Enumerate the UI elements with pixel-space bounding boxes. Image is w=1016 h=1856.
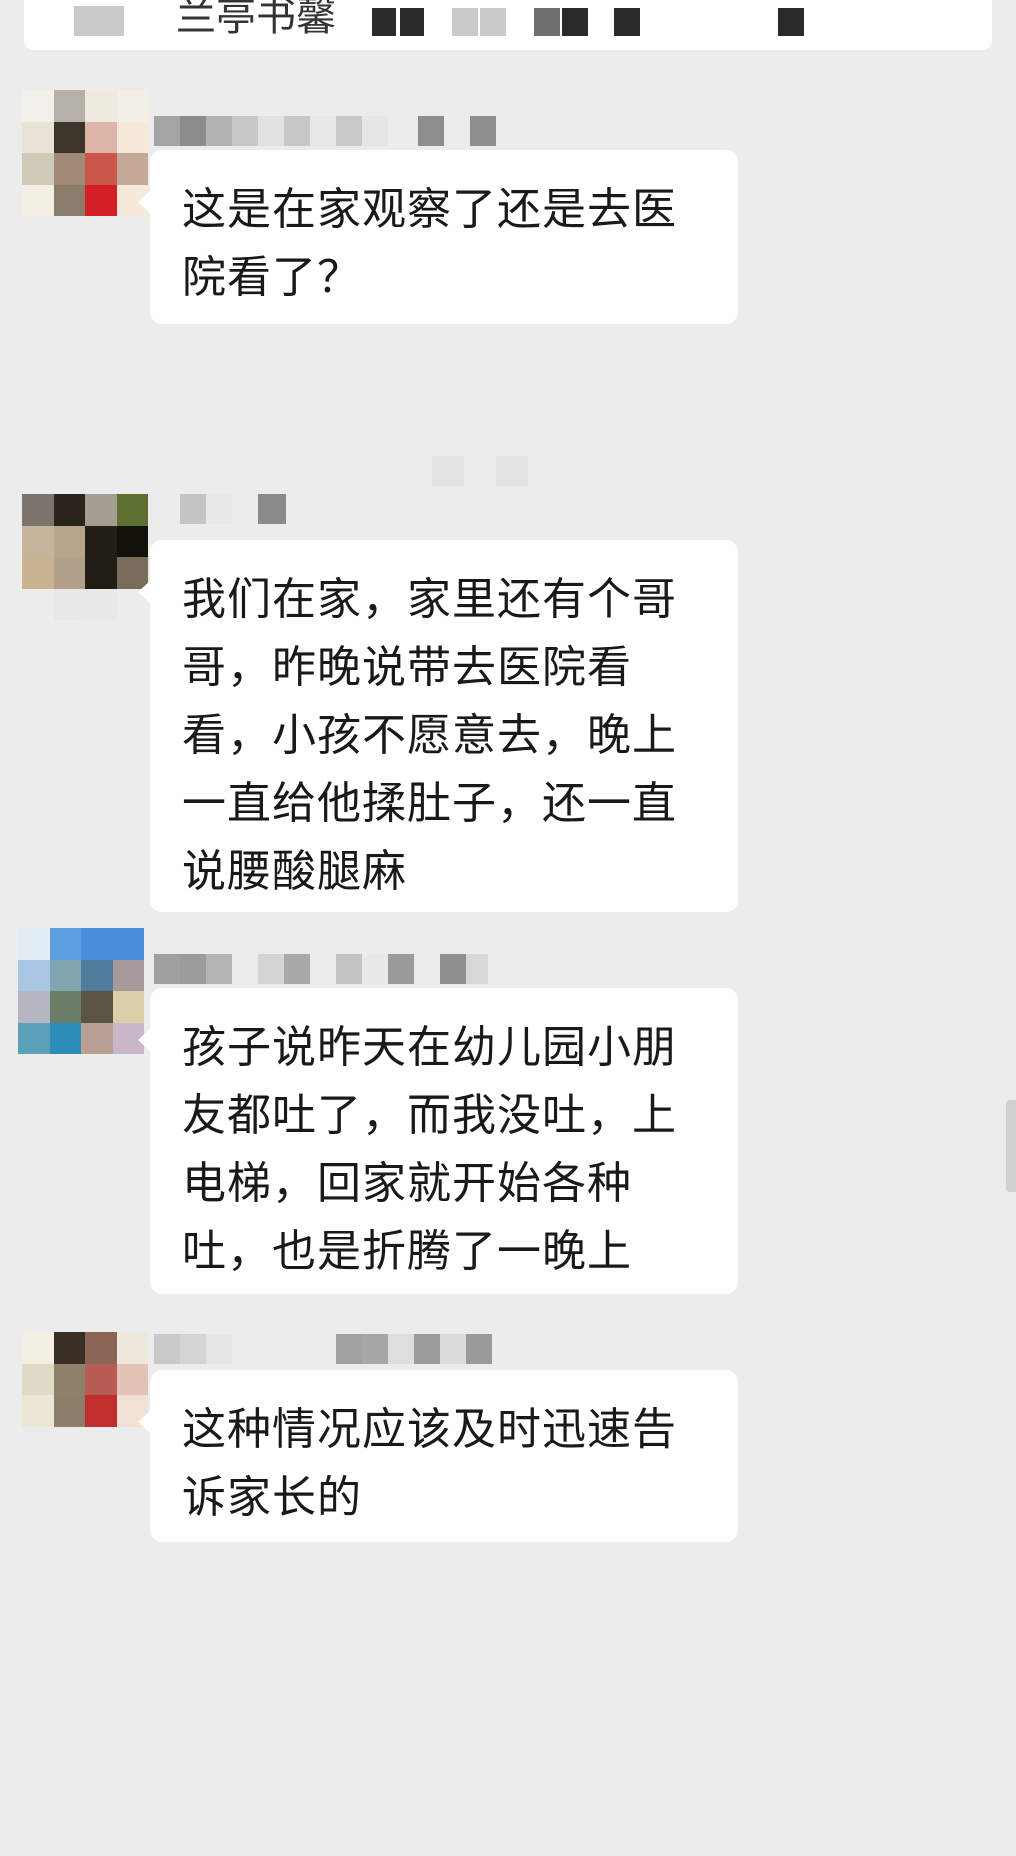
blurred-content — [400, 8, 424, 36]
chat-thread: 兰亭书馨 这是在家观察了还是去医院看了？ 我们在家，家里还有个哥哥，昨晚说带去医… — [0, 0, 1016, 1856]
message-bubble[interactable]: 这种情况应该及时迅速告诉家长的 — [138, 1370, 738, 1542]
blurred-content — [534, 8, 560, 36]
sender-name-blurred — [154, 116, 496, 146]
sender-name-blurred — [154, 954, 488, 984]
sender-avatar[interactable] — [22, 90, 148, 216]
blurred-content — [562, 8, 588, 36]
message-bubble[interactable]: 这是在家观察了还是去医院看了？ — [138, 150, 738, 324]
message-text: 这种情况应该及时迅速告诉家长的 — [182, 1404, 677, 1523]
message-text: 我们在家，家里还有个哥哥，昨晚说带去医院看看，小孩不愿意去，晚上一直给他揉肚子，… — [182, 574, 677, 897]
blurred-sender-name — [74, 6, 124, 36]
blurred-system-notice — [432, 456, 528, 486]
message-bubble[interactable]: 我们在家，家里还有个哥哥，昨晚说带去医院看看，小孩不愿意去，晚上一直给他揉肚子，… — [138, 540, 738, 912]
message-text: 这是在家观察了还是去医院看了？ — [182, 184, 677, 303]
quoted-message-card[interactable]: 兰亭书馨 — [24, 0, 992, 50]
blurred-content — [480, 8, 506, 36]
message-bubble[interactable]: 孩子说昨天在幼儿园小朋友都吐了，而我没吐，上电梯，回家就开始各种吐，也是折腾了一… — [138, 988, 738, 1294]
scrollbar-thumb[interactable] — [1006, 1100, 1016, 1192]
sender-avatar[interactable] — [22, 1332, 148, 1458]
blurred-content — [614, 8, 640, 36]
sender-name-blurred — [154, 1334, 492, 1364]
sender-name-blurred — [154, 494, 286, 524]
blurred-content — [778, 8, 804, 36]
blurred-content — [452, 8, 478, 36]
blurred-content — [372, 8, 396, 36]
quoted-message-text: 兰亭书馨 — [176, 0, 336, 40]
message-text: 孩子说昨天在幼儿园小朋友都吐了，而我没吐，上电梯，回家就开始各种吐，也是折腾了一… — [182, 1022, 677, 1277]
sender-avatar[interactable] — [18, 928, 144, 1054]
sender-avatar[interactable] — [22, 494, 148, 620]
